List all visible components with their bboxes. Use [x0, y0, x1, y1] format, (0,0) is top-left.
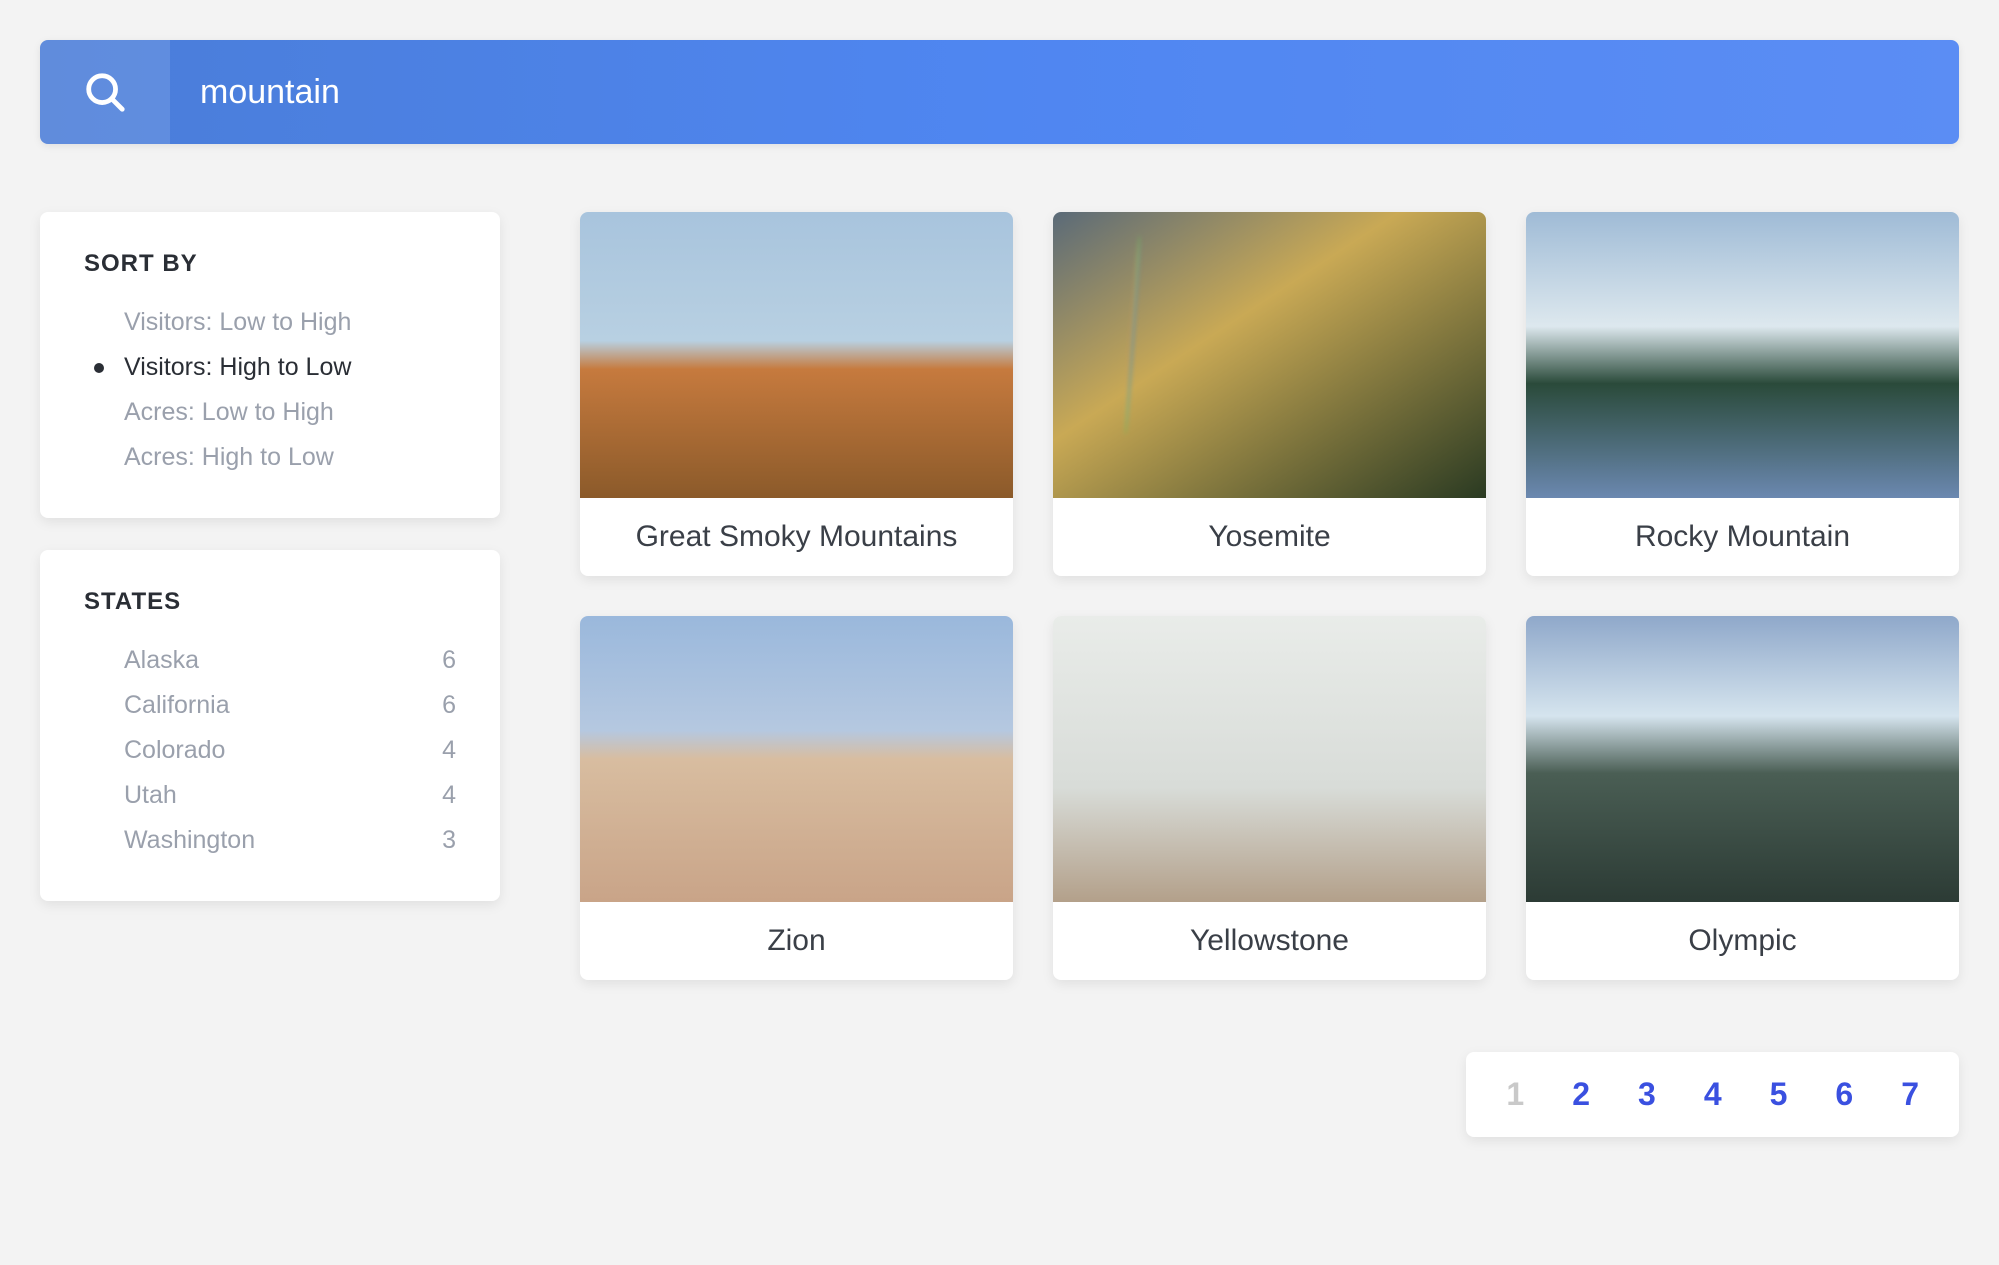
sort-option[interactable]: Visitors: High to Low [84, 345, 456, 390]
search-input[interactable] [170, 40, 1959, 144]
sidebar: SORT BY Visitors: Low to HighVisitors: H… [40, 212, 500, 1137]
page-link[interactable]: 2 [1572, 1076, 1590, 1113]
main-content: SORT BY Visitors: Low to HighVisitors: H… [40, 212, 1959, 1137]
results-section: Great Smoky Mountains Yosemite Rocky Mount… [580, 212, 1959, 1137]
card-title: Olympic [1526, 902, 1959, 980]
state-count: 3 [442, 826, 456, 855]
card-image [1053, 616, 1486, 902]
state-item[interactable]: Washington 3 [84, 818, 456, 863]
sort-title: SORT BY [84, 250, 456, 278]
result-card[interactable]: Yellowstone [1053, 616, 1486, 980]
result-card[interactable]: Yosemite [1053, 212, 1486, 576]
search-icon-wrap[interactable] [40, 40, 170, 144]
sort-option[interactable]: Visitors: Low to High [84, 300, 456, 345]
card-image [580, 212, 1013, 498]
sort-panel: SORT BY Visitors: Low to HighVisitors: H… [40, 212, 500, 518]
card-image [1526, 212, 1959, 498]
card-title: Rocky Mountain [1526, 498, 1959, 576]
sort-option[interactable]: Acres: Low to High [84, 390, 456, 435]
card-image [580, 616, 1013, 902]
state-name: Washington [124, 826, 255, 855]
search-bar [40, 40, 1959, 144]
result-card[interactable]: Zion [580, 616, 1013, 980]
states-panel: STATES Alaska 6 California 6 Colorado 4 Utah 4 W… [40, 550, 500, 901]
page-link[interactable]: 3 [1638, 1076, 1656, 1113]
state-count: 4 [442, 736, 456, 765]
sort-list: Visitors: Low to HighVisitors: High to L… [84, 300, 456, 480]
sort-option[interactable]: Acres: High to Low [84, 435, 456, 480]
state-count: 4 [442, 781, 456, 810]
states-title: STATES [84, 588, 456, 616]
card-title: Yellowstone [1053, 902, 1486, 980]
result-card[interactable]: Rocky Mountain [1526, 212, 1959, 576]
state-name: Colorado [124, 736, 225, 765]
page-link[interactable]: 4 [1704, 1076, 1722, 1113]
state-item[interactable]: Colorado 4 [84, 728, 456, 773]
state-item[interactable]: California 6 [84, 683, 456, 728]
pagination-wrap: 1 2 3 4 5 6 7 [580, 1052, 1959, 1137]
card-title: Yosemite [1053, 498, 1486, 576]
page-link[interactable]: 6 [1835, 1076, 1853, 1113]
card-title: Great Smoky Mountains [580, 498, 1013, 576]
result-card[interactable]: Great Smoky Mountains [580, 212, 1013, 576]
state-count: 6 [442, 691, 456, 720]
states-list: Alaska 6 California 6 Colorado 4 Utah 4 Washingt… [84, 638, 456, 863]
state-count: 6 [442, 646, 456, 675]
results-grid: Great Smoky Mountains Yosemite Rocky Mount… [580, 212, 1959, 980]
state-item[interactable]: Utah 4 [84, 773, 456, 818]
search-icon [82, 69, 128, 115]
app-root: SORT BY Visitors: Low to HighVisitors: H… [40, 40, 1959, 1137]
card-image [1053, 212, 1486, 498]
result-card[interactable]: Olympic [1526, 616, 1959, 980]
card-title: Zion [580, 902, 1013, 980]
page-link[interactable]: 7 [1901, 1076, 1919, 1113]
state-name: Utah [124, 781, 177, 810]
state-name: Alaska [124, 646, 199, 675]
card-image [1526, 616, 1959, 902]
state-item[interactable]: Alaska 6 [84, 638, 456, 683]
page-link: 1 [1506, 1076, 1524, 1113]
state-name: California [124, 691, 230, 720]
pagination: 1 2 3 4 5 6 7 [1466, 1052, 1959, 1137]
page-link[interactable]: 5 [1770, 1076, 1788, 1113]
